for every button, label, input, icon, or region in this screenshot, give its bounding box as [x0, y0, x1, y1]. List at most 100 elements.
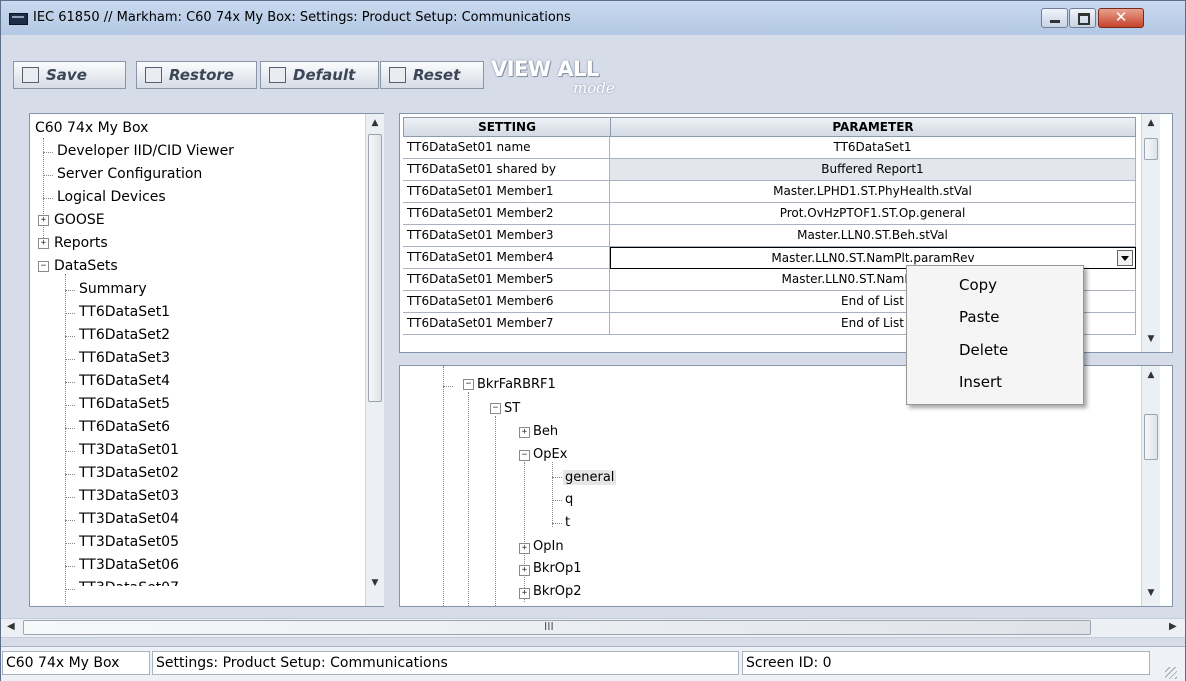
expand-opin-icon[interactable]: +	[519, 543, 530, 554]
close-button[interactable]: ✕	[1098, 8, 1144, 28]
tree-item-dataset[interactable]: TT3DataSet05	[79, 534, 179, 550]
tree-item-dataset[interactable]: TT3DataSet06	[79, 557, 179, 573]
data-tree-node[interactable]: OpEx	[533, 447, 567, 462]
restore-button[interactable]: Restore	[136, 61, 257, 89]
context-menu-insert[interactable]: Insert	[959, 373, 1002, 391]
save-button[interactable]: Save	[13, 61, 126, 89]
tree-item-datasets[interactable]: DataSets	[54, 258, 118, 274]
default-button[interactable]: Default	[260, 61, 379, 89]
expand-reports-icon[interactable]: +	[38, 238, 49, 249]
resize-grip-icon[interactable]	[1165, 667, 1177, 679]
tree-item-server-config[interactable]: Server Configuration	[57, 166, 202, 182]
maximize-button[interactable]	[1069, 8, 1096, 28]
collapse-opex-icon[interactable]: −	[519, 450, 530, 461]
data-tree-node[interactable]: BkrOp2	[533, 584, 582, 599]
title-bar[interactable]: IEC 61850 // Markham: C60 74x My Box: Se…	[1, 1, 1185, 35]
column-header-setting[interactable]: SETTING	[403, 117, 611, 137]
toolbar: Save Restore Default Reset VIEW ALL mode	[8, 37, 1178, 109]
settings-grid-scroll-thumb[interactable]	[1144, 138, 1158, 160]
nav-tree-scrollbar[interactable]: ▲ ▼	[365, 114, 384, 606]
close-icon: ✕	[1114, 8, 1128, 26]
parameter-cell[interactable]: Prot.OvHzPTOF1.ST.Op.general	[610, 203, 1136, 225]
tree-item-dataset[interactable]: TT3DataSet03	[79, 488, 179, 504]
parameter-cell[interactable]: Master.LLN0.ST.Beh.stVal	[610, 225, 1136, 247]
reset-icon	[389, 67, 406, 83]
tree-item-developer-viewer[interactable]: Developer IID/CID Viewer	[57, 143, 234, 159]
data-tree-leaf-selected[interactable]: general	[563, 470, 617, 485]
scroll-down-icon[interactable]: ▼	[366, 578, 384, 588]
setting-name-cell: TT6DataSet01 shared by	[403, 159, 610, 181]
tree-item-dataset[interactable]: TT3DataSet04	[79, 511, 179, 527]
expand-bkrop2-icon[interactable]: +	[519, 588, 530, 599]
default-icon	[269, 67, 286, 83]
context-menu-delete[interactable]: Delete	[959, 341, 1008, 359]
scroll-up-icon[interactable]: ▲	[366, 118, 384, 128]
tree-root[interactable]: C60 74x My Box	[35, 120, 148, 136]
tree-item-dataset[interactable]: TT6DataSet6	[79, 419, 170, 435]
context-menu-copy[interactable]: Copy	[959, 276, 997, 294]
data-tree-leaf[interactable]: q	[565, 492, 573, 507]
data-tree-node[interactable]: BkrOp1	[533, 561, 582, 576]
status-device: C60 74x My Box	[2, 651, 150, 675]
tree-item-dataset[interactable]: TT3DataSet01	[79, 442, 179, 458]
setting-name-cell: TT6DataSet01 Member4	[403, 247, 610, 269]
table-row: TT6DataSet01 shared by Buffered Report1	[403, 159, 1136, 181]
setting-name-cell: TT6DataSet01 Member6	[403, 291, 610, 313]
horizontal-scrollbar[interactable]: ◀ III ▶	[1, 618, 1185, 638]
tree-item-reports[interactable]: Reports	[54, 235, 108, 251]
window-title: IEC 61850 // Markham: C60 74x My Box: Se…	[33, 10, 571, 25]
data-tree-scrollbar[interactable]: ▲ ▼	[1141, 366, 1160, 606]
column-header-parameter[interactable]: PARAMETER	[610, 117, 1136, 137]
tree-item-summary[interactable]: Summary	[79, 281, 147, 297]
scroll-right-icon[interactable]: ▶	[1169, 621, 1177, 632]
data-tree-node[interactable]: Beh	[533, 424, 558, 439]
settings-grid-scrollbar[interactable]: ▲ ▼	[1141, 114, 1160, 352]
tree-item-dataset[interactable]: TT6DataSet2	[79, 327, 170, 343]
tree-item-dataset[interactable]: TT6DataSet4	[79, 373, 170, 389]
data-tree-scroll-thumb[interactable]	[1144, 414, 1158, 460]
table-row: TT6DataSet01 Member2 Prot.OvHzPTOF1.ST.O…	[403, 203, 1136, 225]
setting-name-cell: TT6DataSet01 Member2	[403, 203, 610, 225]
tree-item-dataset[interactable]: TT3DataSet07	[79, 580, 179, 586]
context-menu-paste[interactable]: Paste	[959, 308, 1000, 326]
nav-tree-panel: C60 74x My Box Developer IID/CID Viewer …	[29, 113, 384, 607]
tree-item-logical-devices[interactable]: Logical Devices	[57, 189, 166, 205]
status-path: Settings: Product Setup: Communications	[152, 651, 739, 675]
view-mode-label: mode	[573, 79, 615, 97]
reset-button[interactable]: Reset	[380, 61, 484, 89]
dropdown-arrow-icon[interactable]	[1117, 250, 1133, 266]
data-tree-node[interactable]: OpIn	[533, 539, 564, 554]
collapse-bkrfarbrf1-icon[interactable]: −	[463, 379, 474, 390]
expand-beh-icon[interactable]: +	[519, 427, 530, 438]
parameter-cell[interactable]: TT6DataSet1	[610, 137, 1136, 159]
expand-bkrop1-icon[interactable]: +	[519, 565, 530, 576]
data-tree-leaf[interactable]: t	[565, 515, 570, 530]
tree-item-dataset[interactable]: TT3DataSet02	[79, 465, 179, 481]
parameter-cell[interactable]: Master.LPHD1.ST.PhyHealth.stVal	[610, 181, 1136, 203]
data-tree-node[interactable]: BkrFaRBRF1	[477, 377, 556, 392]
context-menu: Copy Paste Delete Insert	[906, 265, 1084, 405]
expand-goose-icon[interactable]: +	[38, 215, 49, 226]
collapse-datasets-icon[interactable]: −	[38, 261, 49, 272]
default-label: Default	[293, 66, 356, 84]
data-tree-node[interactable]: ST	[504, 401, 520, 416]
collapse-st-icon[interactable]: −	[490, 403, 501, 414]
view-all-button[interactable]: VIEW ALL	[491, 57, 599, 81]
horizontal-scroll-thumb[interactable]: III	[23, 620, 1091, 635]
status-bar: C60 74x My Box Settings: Product Setup: …	[1, 646, 1185, 681]
parameter-cell: Buffered Report1	[610, 159, 1136, 181]
tree-item-dataset[interactable]: TT6DataSet3	[79, 350, 170, 366]
setting-name-cell: TT6DataSet01 Member3	[403, 225, 610, 247]
tree-item-dataset[interactable]: TT6DataSet1	[79, 304, 170, 320]
tree-item-goose[interactable]: GOOSE	[54, 212, 105, 228]
scroll-down-icon[interactable]: ▼	[1142, 334, 1160, 344]
scroll-down-icon[interactable]: ▼	[1142, 588, 1160, 598]
tree-item-dataset[interactable]: TT6DataSet5	[79, 396, 170, 412]
minimize-button[interactable]	[1041, 8, 1068, 28]
scroll-up-icon[interactable]: ▲	[1142, 370, 1160, 380]
setting-name-cell: TT6DataSet01 Member5	[403, 269, 610, 291]
scroll-up-icon[interactable]: ▲	[1142, 118, 1160, 128]
scroll-left-icon[interactable]: ◀	[7, 621, 15, 632]
table-row: TT6DataSet01 Member1 Master.LPHD1.ST.Phy…	[403, 181, 1136, 203]
nav-tree-scroll-thumb[interactable]	[368, 134, 382, 402]
